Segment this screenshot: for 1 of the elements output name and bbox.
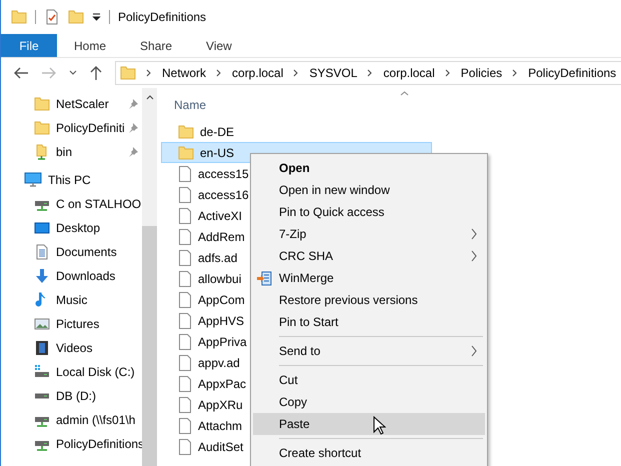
window-title: PolicyDefinitions [118,10,206,24]
